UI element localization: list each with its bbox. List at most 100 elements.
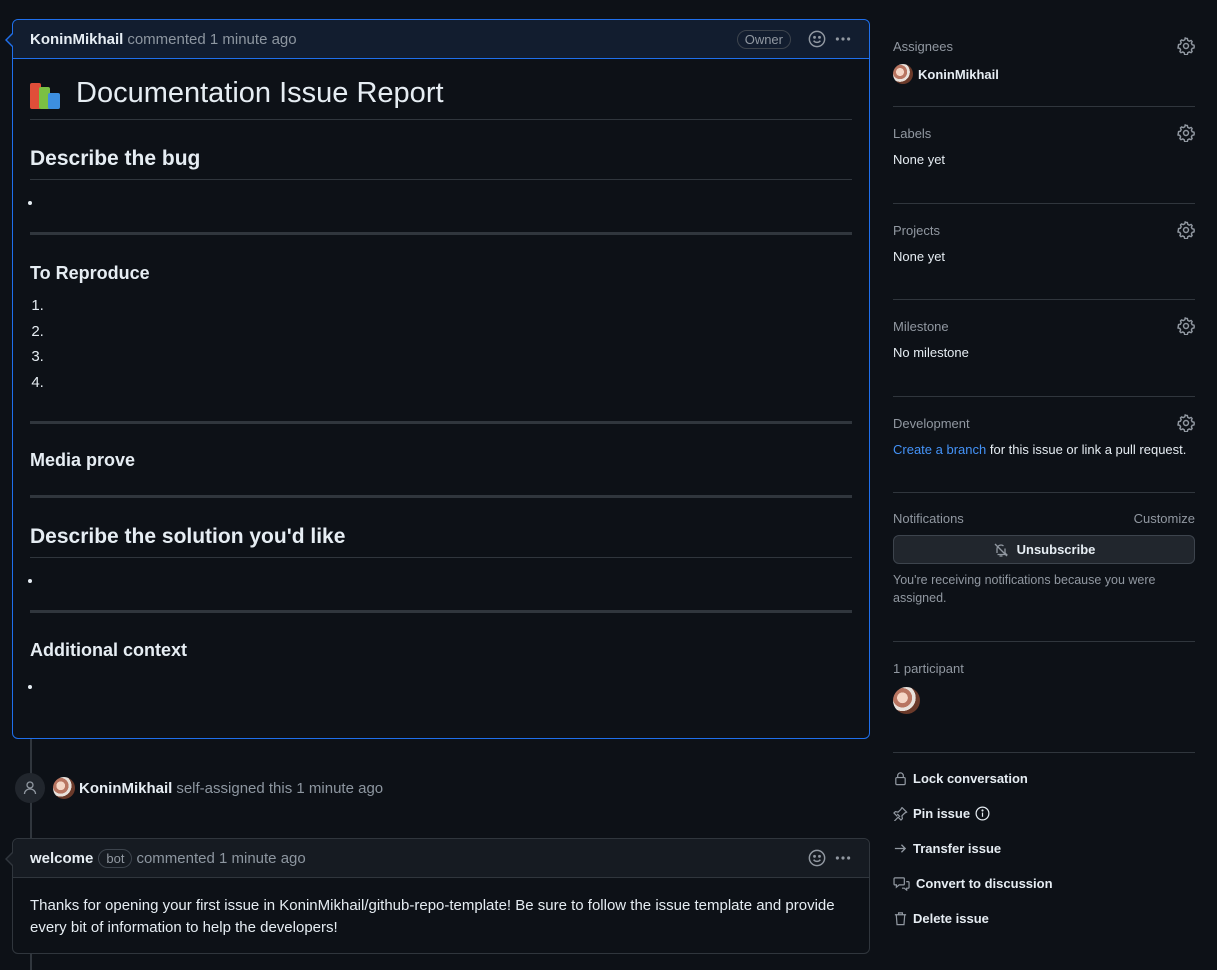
milestone-value: No milestone <box>893 345 969 360</box>
unsubscribe-button[interactable]: Unsubscribe <box>893 535 1195 564</box>
divider <box>30 610 852 613</box>
projects-header: Projects <box>893 221 1195 239</box>
lock-icon <box>895 772 906 786</box>
convert-label: Convert to discussion <box>916 876 1053 891</box>
labels-header: Labels <box>893 124 1195 142</box>
bot-comment: welcome bot commented 1 minute ago Thank… <box>5 838 870 954</box>
issue-heading: Documentation Issue Report <box>30 77 852 120</box>
labels-title: Labels <box>893 125 932 141</box>
milestone-header: Milestone <box>893 317 1195 335</box>
list-item <box>48 374 852 400</box>
delete-label: Delete issue <box>913 911 989 926</box>
issue-comment: KoninMikhail commented 1 minute ago Owne… <box>5 19 870 739</box>
reproduce-list <box>30 297 852 399</box>
comment-header: KoninMikhail commented 1 minute ago Owne… <box>5 20 869 59</box>
development-header: Development <box>893 414 1195 432</box>
gear-icon[interactable] <box>1177 317 1195 335</box>
pin-icon <box>893 806 908 821</box>
comment-body: Documentation Issue Report Describe the … <box>13 77 869 702</box>
info-icon[interactable] <box>975 806 990 821</box>
development-title: Development <box>893 415 970 431</box>
assignee-item[interactable]: KoninMikhail <box>893 64 1195 84</box>
notification-reason: You're receiving notifications because y… <box>893 573 1156 605</box>
gear-icon[interactable] <box>1177 414 1195 432</box>
participant-list <box>893 687 1195 717</box>
pin-label: Pin issue <box>913 806 971 821</box>
participants-title: 1 participant <box>893 661 964 676</box>
labels-section: Labels None yet <box>893 124 1195 204</box>
list-item <box>43 678 852 702</box>
kebab-menu-icon[interactable] <box>833 848 853 868</box>
kebab-menu-icon[interactable] <box>833 29 853 49</box>
event-text: self-assigned this 1 minute ago <box>176 779 384 797</box>
avatar[interactable] <box>53 777 75 799</box>
transfer-issue-action[interactable]: Transfer issue <box>893 831 1195 866</box>
divider <box>30 232 852 235</box>
heading-additional-context: Additional context <box>30 640 187 660</box>
comment-meta[interactable]: commented 1 minute ago <box>136 850 305 867</box>
milestone-title: Milestone <box>893 318 949 334</box>
create-branch-link[interactable]: Create a branch <box>893 442 986 457</box>
bell-slash-icon <box>994 543 1008 557</box>
customize-link[interactable]: Customize <box>1134 511 1195 526</box>
bot-comment-body: Thanks for opening your first issue in K… <box>30 897 835 936</box>
comment-author-link[interactable]: welcome <box>30 850 93 867</box>
list-item <box>43 572 852 596</box>
assignees-title: Assignees <box>893 38 953 54</box>
list-item <box>48 323 852 349</box>
heading-describe-bug: Describe the bug <box>30 147 852 180</box>
event-author-link[interactable]: KoninMikhail <box>79 780 172 797</box>
labels-value: None yet <box>893 152 946 167</box>
notifications-title: Notifications <box>893 511 964 526</box>
gear-icon[interactable] <box>1177 124 1195 142</box>
pin-issue-action[interactable]: Pin issue <box>893 796 1195 831</box>
heading-describe-solution: Describe the solution you'd like <box>30 525 852 558</box>
list-item <box>43 194 852 218</box>
comment-author-link[interactable]: KoninMikhail <box>30 31 123 48</box>
assignee-name: KoninMikhail <box>918 66 999 82</box>
lock-label: Lock conversation <box>913 771 1028 786</box>
issue-heading-text: Documentation Issue Report <box>76 77 444 109</box>
books-icon <box>30 79 64 109</box>
heading-to-reproduce: To Reproduce <box>30 263 150 283</box>
participants-header: 1 participant <box>893 661 1195 676</box>
unsubscribe-label: Unsubscribe <box>1016 542 1096 557</box>
projects-section: Projects None yet <box>893 221 1195 300</box>
solution-list <box>30 572 852 596</box>
notifications-section: Notifications Customize Unsubscribe You'… <box>893 511 1195 642</box>
list-item <box>48 297 852 323</box>
smiley-icon[interactable] <box>807 29 827 49</box>
person-icon <box>15 773 45 803</box>
comment-header: welcome bot commented 1 minute ago <box>5 839 869 878</box>
avatar <box>893 64 913 84</box>
delete-issue-action[interactable]: Delete issue <box>893 901 1195 936</box>
development-section: Development Create a branch for this iss… <box>893 414 1195 493</box>
participants-section: 1 participant <box>893 661 1195 753</box>
comment-meta[interactable]: commented 1 minute ago <box>127 31 296 48</box>
heading-media-prove: Media prove <box>30 450 136 470</box>
issue-actions: Lock conversation Pin issue Transfer iss… <box>893 761 1195 936</box>
avatar[interactable] <box>893 687 920 714</box>
transfer-label: Transfer issue <box>913 841 1002 856</box>
lock-conversation-action[interactable]: Lock conversation <box>893 761 1195 796</box>
development-text: Create a branch for this issue or link a… <box>893 442 1195 457</box>
context-list <box>30 678 852 702</box>
convert-to-discussion-action[interactable]: Convert to discussion <box>893 866 1195 901</box>
trash-icon <box>894 912 907 926</box>
assignees-section: Assignees KoninMikhail <box>893 37 1195 107</box>
divider <box>30 421 852 424</box>
smiley-icon[interactable] <box>807 848 827 868</box>
development-rest: for this issue or link a pull request. <box>986 442 1187 457</box>
bug-list <box>30 194 852 218</box>
divider <box>30 495 852 498</box>
arrow-right-icon <box>894 844 907 853</box>
gear-icon[interactable] <box>1177 221 1195 239</box>
assignees-header: Assignees <box>893 37 1195 55</box>
bot-badge: bot <box>98 848 133 868</box>
projects-title: Projects <box>893 222 940 238</box>
timeline-event: KoninMikhail self-assigned this 1 minute… <box>15 773 383 803</box>
milestone-section: Milestone No milestone <box>893 317 1195 397</box>
issue-sidebar: Assignees KoninMikhail Labels None yet P… <box>893 30 1195 936</box>
gear-icon[interactable] <box>1177 37 1195 55</box>
comment-discussion-icon <box>893 877 910 891</box>
